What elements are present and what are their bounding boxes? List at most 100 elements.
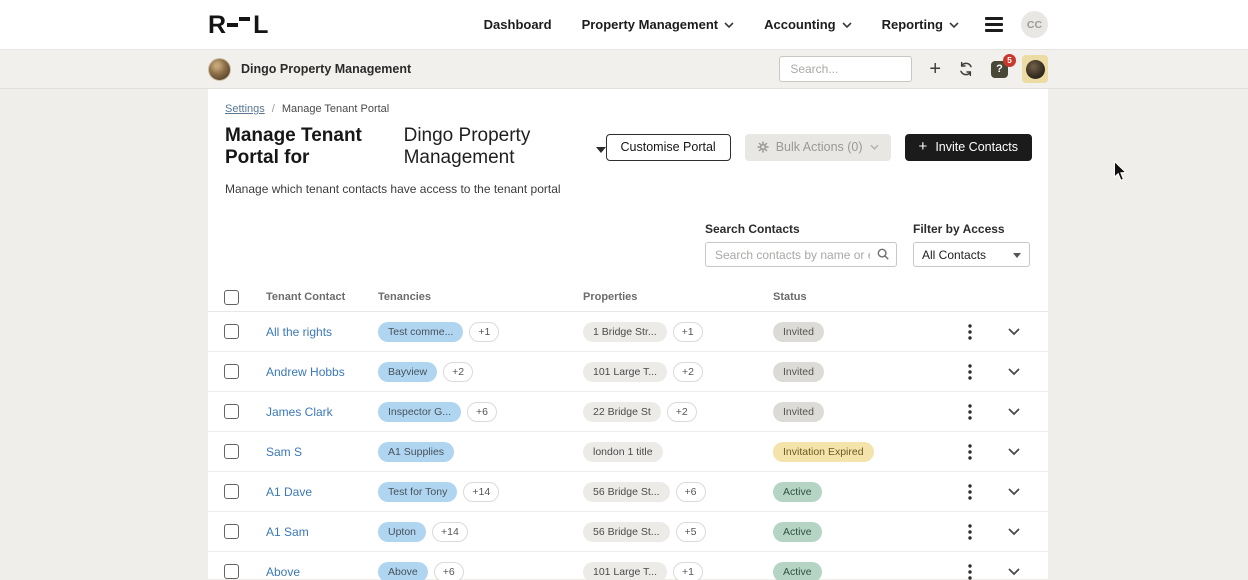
tenancy-pill[interactable]: Above <box>378 562 428 580</box>
row-actions-kebab-icon[interactable] <box>968 444 972 460</box>
row-actions-kebab-icon[interactable] <box>968 564 972 580</box>
row-checkbox[interactable] <box>224 524 239 539</box>
row-actions-kebab-icon[interactable] <box>968 524 972 540</box>
row-actions-kebab-icon[interactable] <box>968 324 972 340</box>
nav-property-management[interactable]: Property Management <box>582 17 735 32</box>
table-row: A1 Sam Upton +14 56 Bridge St... +5 Acti… <box>208 512 1048 552</box>
page-subtitle: Manage which tenant contacts have access… <box>208 182 1048 196</box>
invite-contacts-label: Invite Contacts <box>935 140 1018 154</box>
contacts-search-input[interactable] <box>705 242 897 267</box>
search-icon <box>876 247 890 261</box>
tenant-contact-link[interactable]: All the rights <box>266 325 332 339</box>
property-more-pill[interactable]: +1 <box>673 562 703 580</box>
property-pill[interactable]: 101 Large T... <box>583 562 667 580</box>
row-checkbox[interactable] <box>224 564 239 579</box>
row-checkbox[interactable] <box>224 484 239 499</box>
tenancy-pill[interactable]: Test for Tony <box>378 482 457 502</box>
property-pill[interactable]: 101 Large T... <box>583 362 667 382</box>
status-badge: Active <box>773 562 822 580</box>
tenant-contact-link[interactable]: Above <box>266 565 300 579</box>
property-pill[interactable]: london 1 title <box>583 442 663 462</box>
bulk-actions-button[interactable]: Bulk Actions (0) <box>745 134 891 161</box>
property-pill[interactable]: 22 Bridge St <box>583 402 661 422</box>
header-tenancies: Tenancies <box>378 291 583 303</box>
property-pill[interactable]: 56 Bridge St... <box>583 482 670 502</box>
row-expand-chevron-icon[interactable] <box>1008 368 1020 376</box>
tenancy-pill[interactable]: Upton <box>378 522 426 542</box>
org-avatar[interactable] <box>208 58 231 81</box>
org-name[interactable]: Dingo Property Management <box>241 62 411 76</box>
user-avatar[interactable]: CC <box>1021 11 1048 38</box>
row-checkbox[interactable] <box>224 364 239 379</box>
row-checkbox[interactable] <box>224 444 239 459</box>
property-more-pill[interactable]: +2 <box>667 402 697 422</box>
row-actions-kebab-icon[interactable] <box>968 404 972 420</box>
hamburger-menu-icon[interactable] <box>985 17 1003 32</box>
logo-letter-r: R <box>208 14 225 36</box>
nav-label: Reporting <box>882 17 943 32</box>
status-badge: Invited <box>773 322 824 342</box>
tenant-contact-link[interactable]: A1 Sam <box>266 525 309 539</box>
help-icon[interactable]: ? 5 <box>991 61 1008 78</box>
nav-label: Accounting <box>764 17 836 32</box>
tenancy-pill[interactable]: Bayview <box>378 362 437 382</box>
nav-accounting[interactable]: Accounting <box>764 17 852 32</box>
refresh-icon[interactable] <box>958 61 974 77</box>
property-pill[interactable]: 1 Bridge Str... <box>583 322 667 342</box>
status-badge: Invitation Expired <box>773 442 874 462</box>
logo-letter-l: L <box>253 14 267 36</box>
row-actions-kebab-icon[interactable] <box>968 484 972 500</box>
table-row: All the rights Test comme... +1 1 Bridge… <box>208 312 1048 352</box>
tenancy-more-pill[interactable]: +14 <box>432 522 468 542</box>
tenancy-pill[interactable]: Inspector G... <box>378 402 461 422</box>
row-checkbox[interactable] <box>224 324 239 339</box>
customise-portal-button[interactable]: Customise Portal <box>606 134 731 161</box>
global-search-input[interactable] <box>779 56 912 82</box>
property-more-pill[interactable]: +2 <box>673 362 703 382</box>
tenancy-pill[interactable]: A1 Supplies <box>378 442 454 462</box>
add-icon[interactable]: + <box>929 60 941 78</box>
gear-icon <box>757 141 769 153</box>
nav-dashboard[interactable]: Dashboard <box>484 17 552 32</box>
select-all-checkbox[interactable] <box>224 290 239 305</box>
tenant-contact-link[interactable]: James Clark <box>266 405 333 419</box>
row-expand-chevron-icon[interactable] <box>1008 528 1020 536</box>
chevron-down-icon <box>842 22 852 28</box>
header-status: Status <box>773 291 946 303</box>
property-more-pill[interactable]: +1 <box>673 322 703 342</box>
access-filter-select[interactable]: All Contacts <box>913 242 1030 267</box>
tenant-contact-link[interactable]: Andrew Hobbs <box>266 365 345 379</box>
row-expand-chevron-icon[interactable] <box>1008 328 1020 336</box>
row-actions-kebab-icon[interactable] <box>968 364 972 380</box>
row-expand-chevron-icon[interactable] <box>1008 488 1020 496</box>
profile-avatar-button[interactable] <box>1022 55 1048 83</box>
title-dropdown-caret-icon[interactable] <box>596 147 606 153</box>
header-tenant-contact: Tenant Contact <box>266 291 378 303</box>
tenancy-more-pill[interactable]: +1 <box>469 322 499 342</box>
page-title-org[interactable]: Dingo Property Management <box>404 125 588 169</box>
tenancy-more-pill[interactable]: +2 <box>443 362 473 382</box>
breadcrumb-settings-link[interactable]: Settings <box>225 103 265 115</box>
row-expand-chevron-icon[interactable] <box>1008 448 1020 456</box>
row-checkbox[interactable] <box>224 404 239 419</box>
nav-reporting[interactable]: Reporting <box>882 17 959 32</box>
status-badge: Active <box>773 482 822 502</box>
tenancy-pill[interactable]: Test comme... <box>378 322 463 342</box>
property-more-pill[interactable]: +6 <box>676 482 706 502</box>
property-more-pill[interactable]: +5 <box>676 522 706 542</box>
row-expand-chevron-icon[interactable] <box>1008 568 1020 576</box>
chevron-down-icon <box>949 22 959 28</box>
plus-icon: + <box>919 140 928 154</box>
tenancy-more-pill[interactable]: +6 <box>467 402 497 422</box>
table-body: All the rights Test comme... +1 1 Bridge… <box>208 312 1048 580</box>
breadcrumb: Settings / Manage Tenant Portal <box>208 103 1048 115</box>
app-logo[interactable]: R L <box>208 14 267 36</box>
invite-contacts-button[interactable]: + Invite Contacts <box>905 134 1032 161</box>
organisation-bar: Dingo Property Management + ? 5 <box>0 50 1248 89</box>
tenant-contact-link[interactable]: Sam S <box>266 445 302 459</box>
property-pill[interactable]: 56 Bridge St... <box>583 522 670 542</box>
row-expand-chevron-icon[interactable] <box>1008 408 1020 416</box>
tenancy-more-pill[interactable]: +6 <box>434 562 464 580</box>
tenant-contact-link[interactable]: A1 Dave <box>266 485 312 499</box>
tenancy-more-pill[interactable]: +14 <box>463 482 499 502</box>
